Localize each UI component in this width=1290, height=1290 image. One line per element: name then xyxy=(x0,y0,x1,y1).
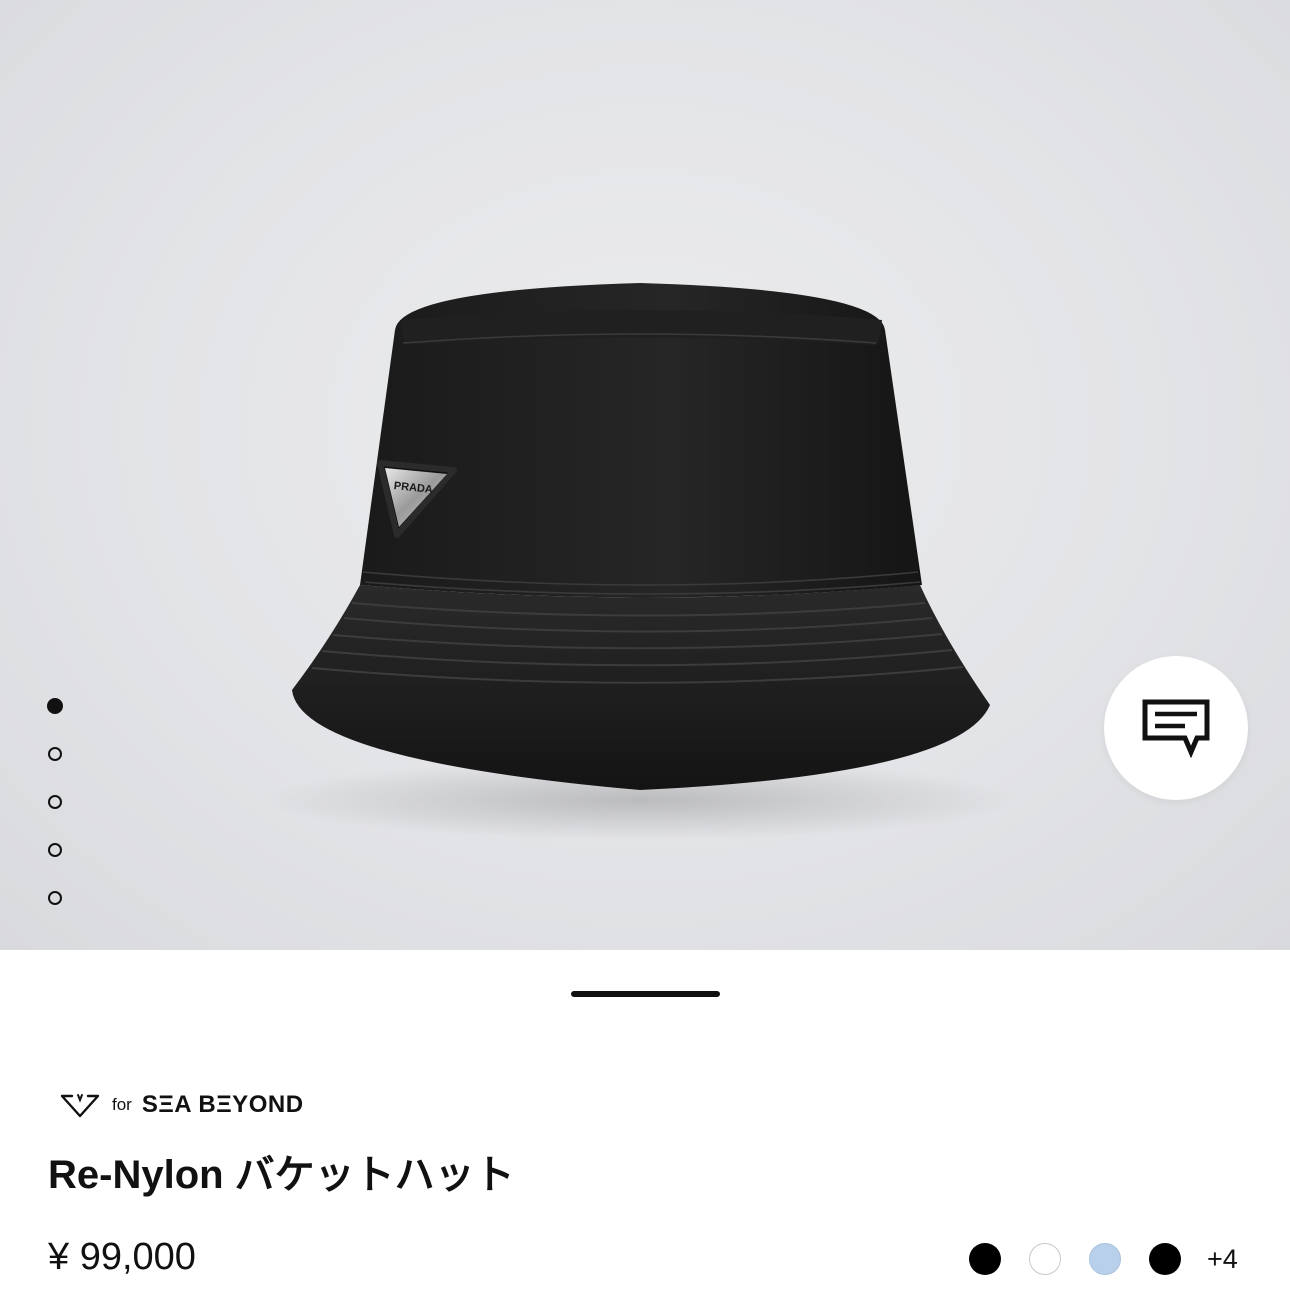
pagination-dot-2[interactable] xyxy=(48,747,62,761)
sea-beyond-brand: SΞA BΞYOND xyxy=(141,1091,304,1118)
sea-beyond-badge: for SΞA BΞYOND xyxy=(60,1090,304,1120)
sea-beyond-logo-icon xyxy=(60,1094,100,1118)
color-swatch-black[interactable] xyxy=(969,1243,1001,1275)
product-title: Re-Nylon バケットハット xyxy=(48,1153,515,1197)
color-swatch-light-blue[interactable] xyxy=(1089,1243,1121,1275)
pagination-dot-4[interactable] xyxy=(48,843,62,857)
sea-beyond-for: for xyxy=(112,1095,132,1114)
chat-button[interactable] xyxy=(1104,656,1248,800)
product-image-area[interactable]: PRADA xyxy=(0,0,1290,950)
color-swatch-white[interactable] xyxy=(1029,1243,1061,1275)
pagination-dot-1[interactable] xyxy=(47,698,63,714)
pagination-dot-3[interactable] xyxy=(48,795,62,809)
product-price: ¥ 99,000 xyxy=(48,1236,196,1278)
more-colors-label[interactable]: +4 xyxy=(1207,1243,1238,1275)
product-image-bucket-hat: PRADA xyxy=(260,283,1020,840)
pagination-dot-5[interactable] xyxy=(48,891,62,905)
color-swatch-black-2[interactable] xyxy=(1149,1243,1181,1275)
sheet-drag-handle[interactable] xyxy=(571,991,720,997)
chat-bubble-icon xyxy=(1142,699,1210,758)
